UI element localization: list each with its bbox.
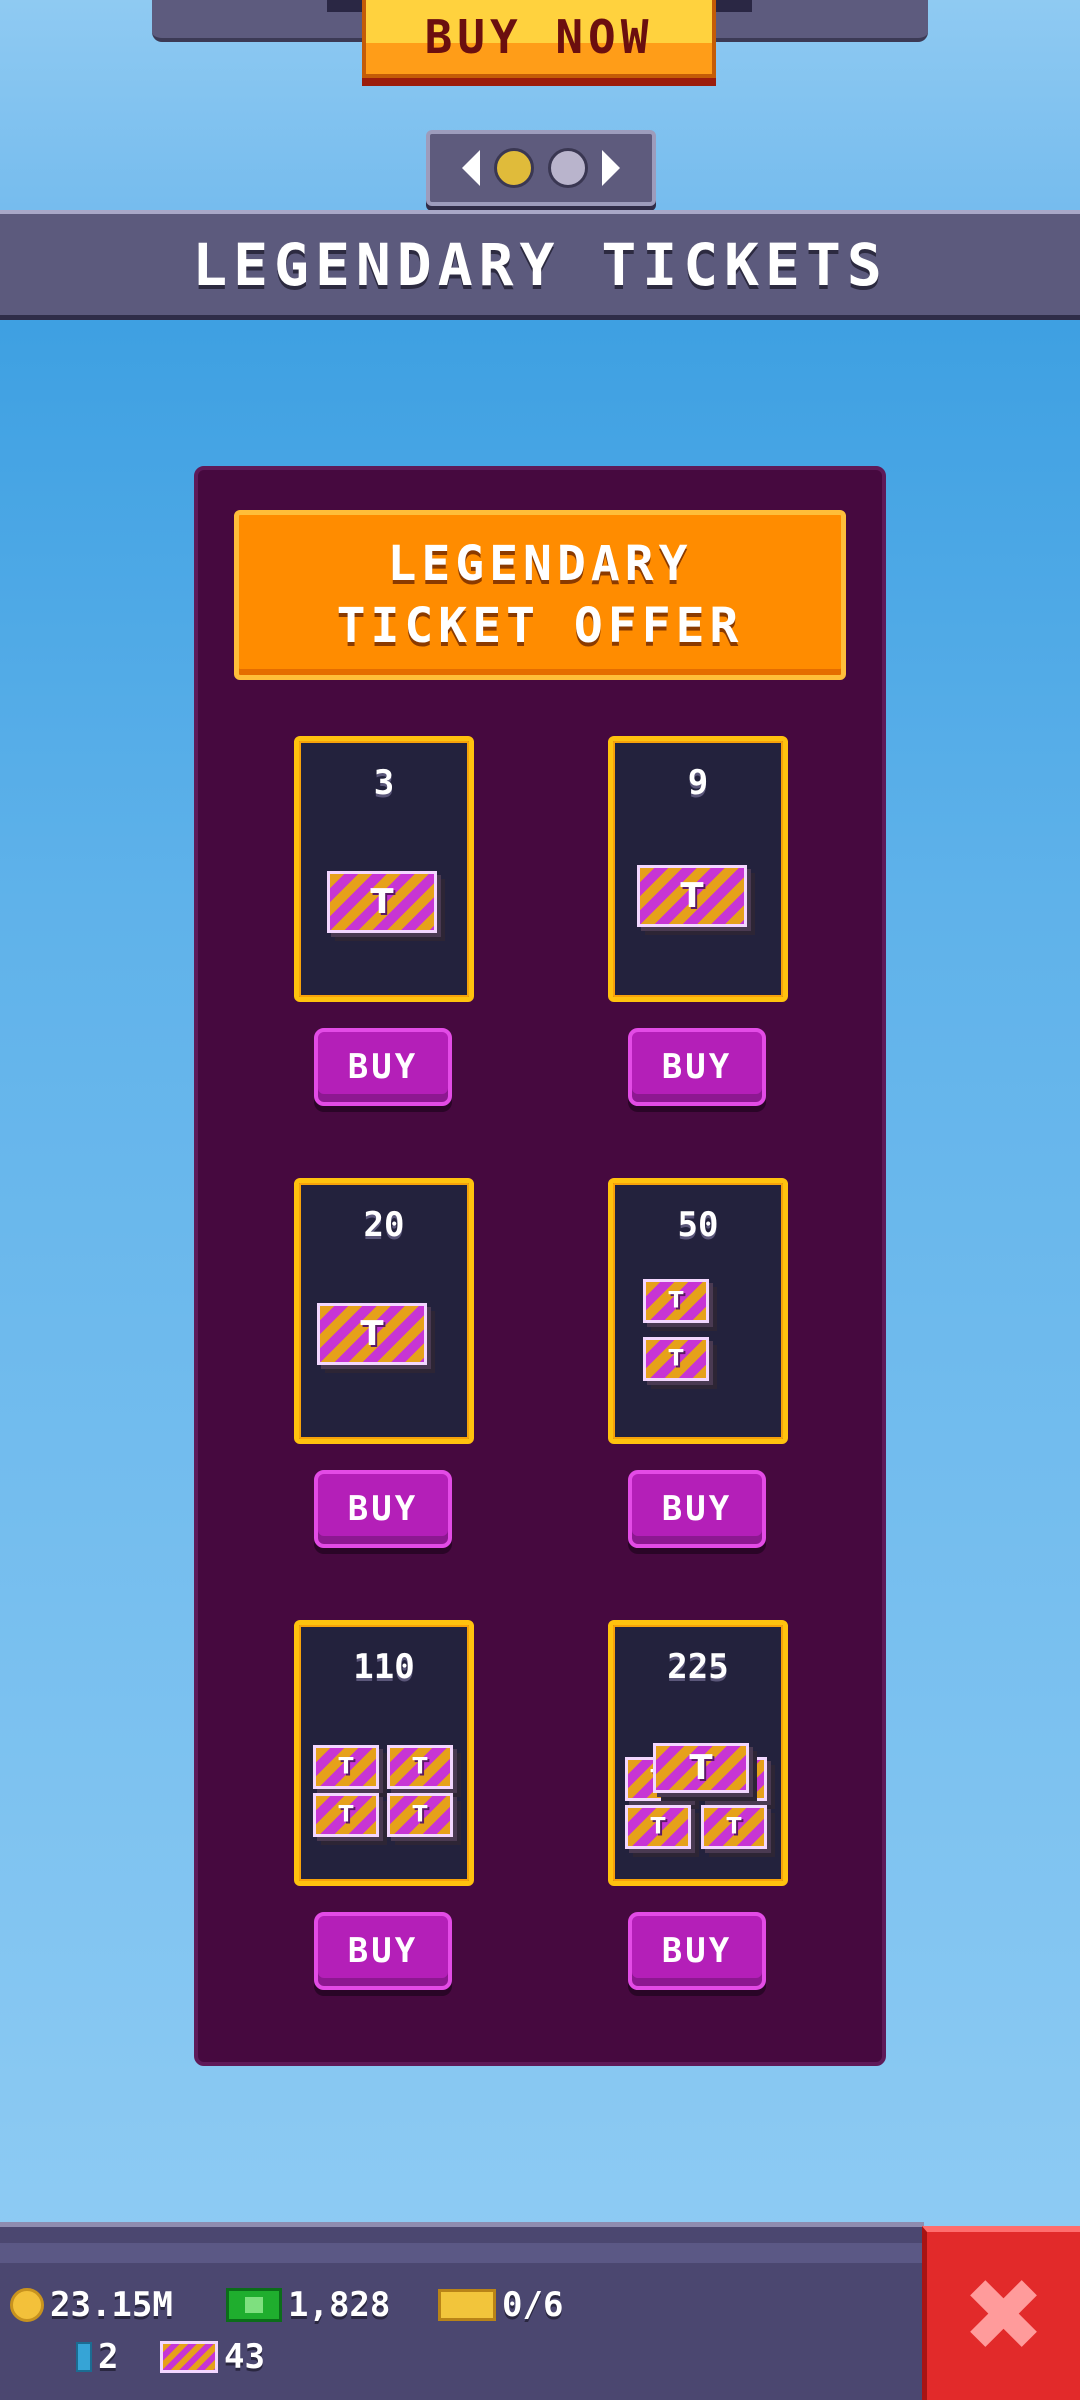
ticket-pack-110: 110 <box>294 1620 474 1886</box>
buy-button-pack-20[interactable]: BUY <box>314 1470 452 1548</box>
ticket-pack-225: 225 <box>608 1620 788 1886</box>
legendary-tickets-value: 43 <box>224 2337 265 2377</box>
resource-bar: 23.15M 1,828 0/6 2 43 <box>0 2222 924 2400</box>
buy-button-pack-225[interactable]: BUY <box>628 1912 766 1990</box>
buy-now-button[interactable]: BUY NOW <box>362 0 716 78</box>
coins-value: 23.15M <box>50 2285 173 2325</box>
ticket-pack-9: 9 <box>608 736 788 1002</box>
cash-counter: 1,828 <box>226 2285 390 2325</box>
gem-icon <box>76 2342 92 2372</box>
gold-tickets-counter: 0/6 <box>438 2285 563 2325</box>
pack-quantity: 9 <box>687 763 709 803</box>
legendary-tickets-counter: 43 <box>160 2337 265 2377</box>
pack-quantity: 20 <box>363 1205 405 1245</box>
cash-icon <box>226 2288 282 2322</box>
ticket-stack-icon <box>613 1743 783 1863</box>
cash-value: 1,828 <box>288 2285 391 2325</box>
coin-icon <box>10 2288 44 2322</box>
buy-button-pack-110[interactable]: BUY <box>314 1912 452 1990</box>
pack-card[interactable]: 3 <box>294 736 474 1002</box>
offer-header: LEGENDARY TICKET OFFER <box>234 510 846 680</box>
title-bar: LEGENDARY TICKETS <box>0 210 1080 320</box>
buy-button-pack-9[interactable]: BUY <box>628 1028 766 1106</box>
gems-counter: 2 <box>76 2337 118 2377</box>
ticket-offer-panel: LEGENDARY TICKET OFFER 3 BUY 9 BUY 20 BU… <box>194 466 886 2066</box>
page-dot-1[interactable] <box>494 148 534 188</box>
pack-card[interactable]: 9 <box>608 736 788 1002</box>
pack-card[interactable]: 20 <box>294 1178 474 1444</box>
ticket-stack-icon <box>613 861 783 981</box>
ticket-stack-icon <box>299 861 469 981</box>
ticket-pack-50: 50 <box>608 1178 788 1444</box>
coins-counter: 23.15M <box>10 2285 173 2325</box>
gold-ticket-icon <box>438 2289 496 2321</box>
ticket-pack-20: 20 <box>294 1178 474 1444</box>
page-indicator <box>426 130 656 206</box>
offer-header-title: LEGENDARY TICKET OFFER <box>336 536 744 654</box>
ticket-pack-3: 3 <box>294 736 474 1002</box>
pack-card[interactable]: 225 <box>608 1620 788 1886</box>
ticket-stack-icon <box>299 1303 469 1423</box>
pack-card[interactable]: 50 <box>608 1178 788 1444</box>
buy-button-pack-50[interactable]: BUY <box>628 1470 766 1548</box>
pack-card[interactable]: 110 <box>294 1620 474 1886</box>
page-dot-2[interactable] <box>548 148 588 188</box>
pack-quantity: 225 <box>667 1647 729 1687</box>
page-title: LEGENDARY TICKETS <box>192 230 888 299</box>
gold-tickets-value: 0/6 <box>502 2285 564 2325</box>
close-icon: ✖ <box>961 2257 1046 2374</box>
legendary-ticket-icon <box>160 2341 218 2373</box>
ticket-stack-icon <box>299 1745 469 1865</box>
close-button[interactable]: ✖ <box>922 2226 1080 2400</box>
pack-quantity: 50 <box>677 1205 719 1245</box>
buy-button-pack-3[interactable]: BUY <box>314 1028 452 1106</box>
pack-quantity: 3 <box>373 763 395 803</box>
previous-page-arrow-icon[interactable] <box>462 150 480 186</box>
next-page-arrow-icon[interactable] <box>602 150 620 186</box>
resource-bar-highlight <box>0 2243 924 2263</box>
gems-value: 2 <box>98 2337 119 2377</box>
pack-quantity: 110 <box>353 1647 415 1687</box>
ticket-stack-icon <box>613 1279 783 1399</box>
